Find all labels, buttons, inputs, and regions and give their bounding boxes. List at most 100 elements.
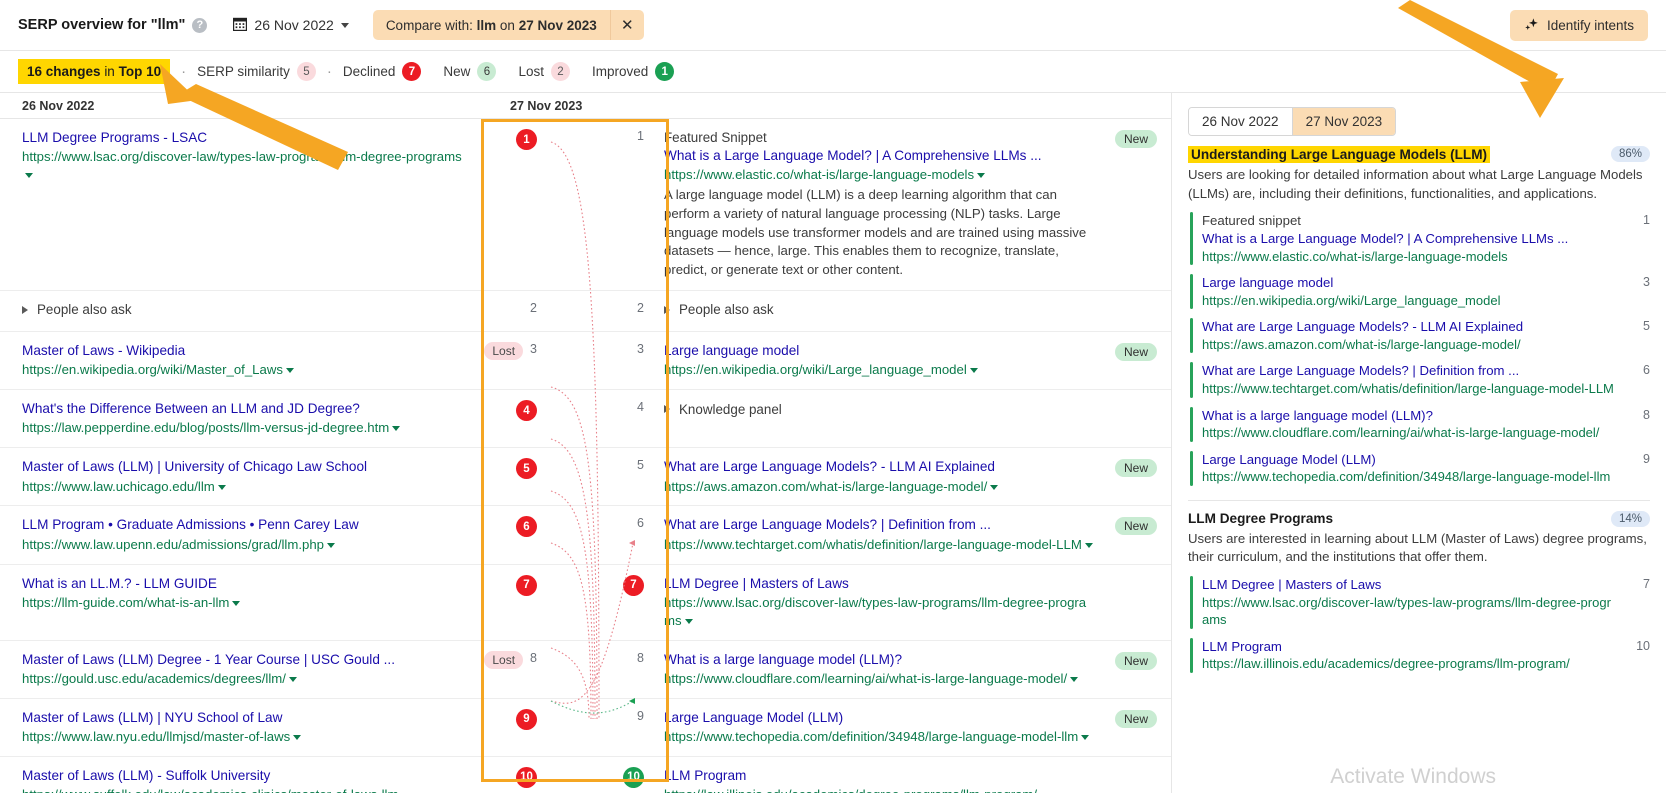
result-title[interactable]: Large Language Model (LLM) [664, 709, 1093, 727]
stat-label: Improved [591, 64, 649, 79]
left-result[interactable]: What's the Difference Between an LLM and… [0, 390, 480, 447]
right-result[interactable]: People also ask [650, 291, 1171, 331]
result-url[interactable]: https://www.suffolk.edu/law/academics-cl… [22, 786, 464, 793]
result-url[interactable]: https://www.techtarget.com/whatis/defini… [1202, 380, 1615, 397]
tab-date-old[interactable]: 26 Nov 2022 [1189, 108, 1292, 135]
result-url[interactable]: https://aws.amazon.com/what-is/large-lan… [1202, 336, 1615, 353]
result-title[interactable]: What are Large Language Models? - LLM AI… [1202, 318, 1615, 336]
left-result[interactable]: Master of Laws - Wikipedia https://en.wi… [0, 332, 480, 389]
result-title[interactable]: What are Large Language Models? - LLM AI… [664, 458, 1093, 476]
identify-intents-button[interactable]: Identify intents [1509, 10, 1648, 41]
close-icon[interactable]: ✕ [609, 10, 644, 40]
knowledge-panel-expander[interactable]: Knowledge panel [664, 402, 782, 417]
right-result[interactable]: LLM Degree | Masters of Laws https://www… [650, 565, 1171, 640]
result-url[interactable]: https://www.techtarget.com/whatis/defini… [664, 536, 1093, 554]
right-result[interactable]: Large language model https://en.wikipedi… [650, 332, 1171, 389]
right-result[interactable]: Large Language Model (LLM) https://www.t… [650, 699, 1171, 756]
result-url[interactable]: https://en.wikipedia.org/wiki/Large_lang… [664, 361, 1093, 379]
result-title[interactable]: What is a large language model (LLM)? [664, 651, 1093, 669]
result-url[interactable]: https://en.wikipedia.org/wiki/Large_lang… [1202, 292, 1615, 309]
identify-intents-label: Identify intents [1546, 18, 1634, 33]
tab-date-new[interactable]: 27 Nov 2023 [1291, 108, 1396, 135]
right-result[interactable]: Featured Snippet What is a Large Languag… [650, 119, 1171, 290]
left-result[interactable]: Master of Laws (LLM) | University of Chi… [0, 448, 480, 505]
left-result[interactable]: LLM Program • Graduate Admissions • Penn… [0, 506, 480, 563]
result-title[interactable]: Large language model [1202, 274, 1615, 292]
result-url[interactable]: https://www.cloudflare.com/learning/ai/w… [664, 670, 1093, 688]
new-rank-number: 5 [637, 458, 644, 473]
people-also-ask-expander[interactable]: People also ask [22, 302, 132, 317]
left-result[interactable]: People also ask [0, 291, 480, 331]
result-title[interactable]: What is an LL.M.? - LLM GUIDE [22, 575, 464, 593]
result-title[interactable]: What's the Difference Between an LLM and… [22, 400, 464, 418]
result-title[interactable]: Large language model [664, 342, 1093, 360]
result-url[interactable]: https://law.illinois.edu/academics/degre… [1202, 655, 1615, 672]
left-result[interactable]: Master of Laws (LLM) Degree - 1 Year Cou… [0, 641, 480, 698]
result-title[interactable]: Master of Laws - Wikipedia [22, 342, 464, 360]
result-title[interactable]: Master of Laws (LLM) Degree - 1 Year Cou… [22, 651, 464, 669]
result-url[interactable]: https://www.law.nyu.edu/llmjsd/master-of… [22, 728, 464, 746]
result-url[interactable]: https://www.lsac.org/discover-law/types-… [1202, 594, 1615, 629]
result-url[interactable]: https://aws.amazon.com/what-is/large-lan… [664, 478, 1093, 496]
result-url[interactable]: https://www.law.upenn.edu/admissions/gra… [22, 536, 464, 554]
list-item[interactable]: LLM Program https://law.illinois.edu/aca… [1188, 637, 1650, 673]
result-url[interactable]: https://www.techopedia.com/definition/34… [1202, 468, 1615, 485]
stat-new[interactable]: New 6 [443, 62, 497, 81]
list-item[interactable]: Featured snippet What is a Large Languag… [1188, 212, 1650, 266]
list-item[interactable]: What are Large Language Models? - LLM AI… [1188, 318, 1650, 354]
stat-serp-similarity[interactable]: SERP similarity 5 [197, 62, 316, 81]
result-title[interactable]: LLM Program [664, 767, 1093, 785]
result-title[interactable]: LLM Degree | Masters of Laws [664, 575, 1093, 593]
result-url[interactable]: https://www.lsac.org/discover-law/types-… [22, 148, 464, 184]
result-title[interactable]: Large Language Model (LLM) [1202, 451, 1615, 469]
result-url[interactable]: https://llm-guide.com/what-is-an-llm [22, 594, 464, 612]
result-title[interactable]: Master of Laws (LLM) | University of Chi… [22, 458, 464, 476]
right-result[interactable]: What is a large language model (LLM)? ht… [650, 641, 1171, 698]
right-result[interactable]: What are Large Language Models? | Defini… [650, 506, 1171, 563]
result-url[interactable]: https://www.cloudflare.com/learning/ai/w… [1202, 424, 1615, 441]
left-result[interactable]: Master of Laws (LLM) | NYU School of Law… [0, 699, 480, 756]
right-result[interactable]: LLM Program https://law.illinois.edu/aca… [650, 757, 1171, 793]
result-url[interactable]: https://www.elastic.co/what-is/large-lan… [1202, 248, 1615, 265]
result-url[interactable]: https://gould.usc.edu/academics/degrees/… [22, 670, 464, 688]
result-url[interactable]: https://en.wikipedia.org/wiki/Master_of_… [22, 361, 464, 379]
result-title[interactable]: What is a Large Language Model? | A Comp… [1202, 230, 1615, 248]
right-result[interactable]: What are Large Language Models? - LLM AI… [650, 448, 1171, 505]
chevron-down-icon [232, 600, 241, 606]
result-title[interactable]: Master of Laws (LLM) | NYU School of Law [22, 709, 464, 727]
result-title[interactable]: LLM Degree | Masters of Laws [1202, 576, 1615, 594]
help-icon[interactable]: ? [192, 17, 208, 33]
date-picker[interactable]: 26 Nov 2022 [233, 17, 349, 34]
stat-lost[interactable]: Lost 2 [518, 62, 570, 81]
stat-improved[interactable]: Improved 1 [591, 62, 675, 81]
left-result[interactable]: Master of Laws (LLM) - Suffolk Universit… [0, 757, 480, 793]
result-url[interactable]: https://www.elastic.co/what-is/large-lan… [664, 166, 1093, 184]
result-title[interactable]: What is a Large Language Model? | A Comp… [664, 147, 1093, 165]
result-title[interactable]: LLM Program [1202, 638, 1615, 656]
compare-chip-text: Compare with: llm on 27 Nov 2023 [373, 10, 610, 40]
result-url[interactable]: https://www.lsac.org/discover-law/types-… [664, 594, 1093, 630]
result-title[interactable]: What is a large language model (LLM)? [1202, 407, 1615, 425]
old-rank-cell: 6 [480, 506, 543, 563]
left-result[interactable]: What is an LL.M.? - LLM GUIDE https://ll… [0, 565, 480, 640]
result-title[interactable]: What are Large Language Models? | Defini… [664, 516, 1093, 534]
result-title[interactable]: Master of Laws (LLM) - Suffolk Universit… [22, 767, 464, 785]
list-item[interactable]: What are Large Language Models? | Defini… [1188, 362, 1650, 398]
list-item[interactable]: Large language model https://en.wikipedi… [1188, 274, 1650, 310]
result-title[interactable]: LLM Degree Programs - LSAC [22, 129, 464, 147]
people-also-ask-expander[interactable]: People also ask [664, 302, 774, 317]
list-item[interactable]: Large Language Model (LLM) https://www.t… [1188, 450, 1650, 486]
result-url[interactable]: https://www.techopedia.com/definition/34… [664, 728, 1093, 746]
result-url[interactable]: https://law.pepperdine.edu/blog/posts/ll… [22, 419, 464, 437]
stat-declined[interactable]: Declined 7 [343, 62, 422, 81]
compare-chip[interactable]: Compare with: llm on 27 Nov 2023 ✕ [372, 10, 644, 40]
result-title[interactable]: What are Large Language Models? | Defini… [1202, 362, 1615, 380]
old-rank-cell: 10 [480, 757, 543, 793]
result-title[interactable]: LLM Program • Graduate Admissions • Penn… [22, 516, 464, 534]
list-item[interactable]: What is a large language model (LLM)? ht… [1188, 406, 1650, 442]
result-url[interactable]: https://www.law.uchicago.edu/llm [22, 478, 464, 496]
result-url[interactable]: https://law.illinois.edu/academics/degre… [664, 786, 1093, 793]
right-result[interactable]: Knowledge panel [650, 390, 1171, 447]
left-result[interactable]: LLM Degree Programs - LSAC https://www.l… [0, 119, 480, 290]
list-item[interactable]: LLM Degree | Masters of Laws https://www… [1188, 576, 1650, 629]
